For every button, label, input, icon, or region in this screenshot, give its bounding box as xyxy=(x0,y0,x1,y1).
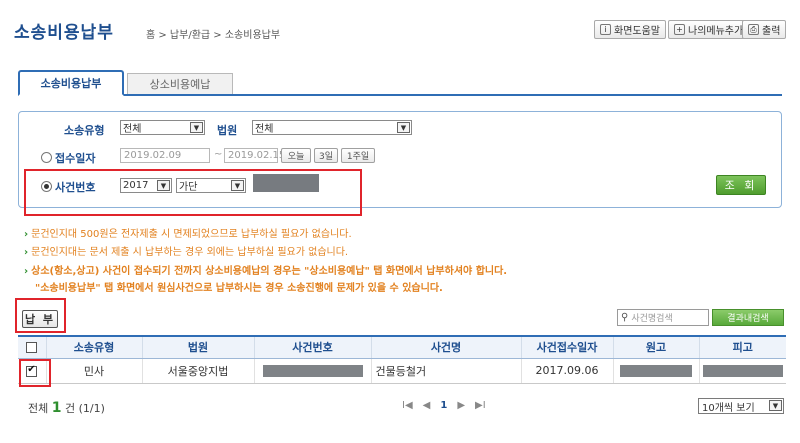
current-page[interactable]: 1 xyxy=(440,400,447,411)
receipt-date-radio[interactable] xyxy=(41,152,52,163)
select-all-checkbox[interactable] xyxy=(26,342,38,354)
select-all-cell xyxy=(18,335,46,359)
tab-divider xyxy=(18,94,782,96)
column-header: 소송유형 xyxy=(45,335,142,359)
page-title: 소송비용납부 xyxy=(14,23,114,43)
notice-item: › 문건인지대 500원은 전자제출 시 면제되었으므로 납부하실 필요가 없습니… xyxy=(24,229,352,240)
page-size-value: 10개씩 보기 xyxy=(702,402,755,414)
tab-appeal-deposit[interactable]: 상소비용예납 xyxy=(127,73,233,94)
notice-text: 문건인지대 500원은 전자제출 시 면제되었으므로 납부하실 필요가 없습니다… xyxy=(31,229,352,240)
table-header-row: 소송유형 법원 사건번호 사건명 사건접수일자 원고 피고 xyxy=(18,335,786,359)
total-prefix: 전체 xyxy=(28,402,49,415)
row-checkbox-highlight xyxy=(19,359,51,387)
column-header: 피고 xyxy=(698,335,786,359)
case-type-value: 전체 xyxy=(123,124,142,135)
case-type-label: 소송유형 xyxy=(64,124,105,137)
magnifier-icon: ⚲ xyxy=(621,312,629,323)
dropdown-arrow-icon: ▼ xyxy=(397,122,410,133)
add-mymenu-button[interactable]: + 나의메뉴추가 xyxy=(668,20,750,39)
help-button[interactable]: i 화면도움말 xyxy=(594,20,666,39)
defendant-cell xyxy=(698,358,786,384)
plaintiff-cell xyxy=(612,358,699,384)
next-page-icon[interactable]: ▶ xyxy=(457,400,465,411)
case-number-label: 사건번호 xyxy=(55,181,96,194)
masked-defendant xyxy=(702,365,783,377)
one-week-button[interactable]: 1주일 xyxy=(341,148,375,163)
court-value: 전체 xyxy=(255,124,274,135)
result-search-button[interactable]: 결과내검색 xyxy=(712,309,784,326)
notice-text: 문건인지대는 문서 제출 시 납부하는 경우 외에는 납부하실 필요가 없습니다… xyxy=(31,247,349,258)
print-button-label: 출력 xyxy=(762,26,781,37)
table-row[interactable]: 민사 서울중앙지법 건물등철거 2017.09.06 xyxy=(18,358,786,384)
column-header: 법원 xyxy=(141,335,254,359)
pay-button[interactable]: 납 부 xyxy=(22,310,58,328)
breadcrumb: 홈 > 납부/환급 > 소송비용납부 xyxy=(146,30,281,41)
court-label: 법원 xyxy=(217,124,238,137)
column-header: 원고 xyxy=(612,335,699,359)
total-number: 1 xyxy=(51,400,62,416)
mymenu-icon: + xyxy=(674,24,685,35)
print-icon: ⎙ xyxy=(748,24,759,35)
search-button[interactable]: 조 회 xyxy=(716,175,766,195)
notice-item: › 상소(항소,상고) 사건이 접수되기 전까지 상소비용예납의 경우는 "상소비… xyxy=(24,266,508,277)
notice-text: 상소(항소,상고) 사건이 접수되기 전까지 상소비용예납의 경우는 "상소비용… xyxy=(31,266,508,277)
print-button[interactable]: ⎙ 출력 xyxy=(742,20,787,39)
total-count: 전체 1 건 (1/1) xyxy=(28,400,105,416)
case-name-search-input[interactable]: ⚲ 사건명검색 xyxy=(617,309,709,326)
receipt-date-cell: 2017.09.06 xyxy=(520,358,613,384)
case-year-select[interactable]: 2017 ▼ xyxy=(120,178,172,193)
court-select[interactable]: 전체 ▼ xyxy=(252,120,412,135)
case-type-select[interactable]: 전체 ▼ xyxy=(120,120,205,135)
case-name-cell: 건물등철거 xyxy=(370,358,521,384)
column-header: 사건번호 xyxy=(253,335,371,359)
receipt-date-label: 접수일자 xyxy=(55,152,96,165)
notice-item: › 문건인지대는 문서 제출 시 납부하는 경우 외에는 납부하실 필요가 없습니… xyxy=(24,247,349,258)
page-size-select[interactable]: 10개씩 보기 ▼ xyxy=(698,398,784,414)
dropdown-arrow-icon: ▼ xyxy=(769,400,782,411)
date-separator: ~ xyxy=(214,149,223,160)
add-mymenu-label: 나의메뉴추가 xyxy=(688,26,744,37)
pagination: I◀ ◀ 1 ▶ ▶I xyxy=(402,400,486,411)
case-number-cell xyxy=(253,358,371,384)
masked-case-number xyxy=(262,365,363,377)
prev-page-icon[interactable]: ◀ xyxy=(423,400,431,411)
date-to-field[interactable]: 2019.02.15 xyxy=(224,148,285,163)
three-days-button[interactable]: 3일 xyxy=(314,148,338,163)
notice-item: "소송비용납부" 탭 화면에서 원심사건으로 납부하시는 경우 소송진행에 문제… xyxy=(35,283,443,294)
case-type-cell: 민사 xyxy=(45,358,142,384)
court-cell: 서울중앙지법 xyxy=(141,358,254,384)
first-page-icon[interactable]: I◀ xyxy=(402,400,413,411)
today-button[interactable]: 오늘 xyxy=(281,148,311,163)
help-button-label: 화면도움말 xyxy=(614,26,660,37)
case-code-select[interactable]: 가단 ▼ xyxy=(176,178,246,193)
column-header: 사건접수일자 xyxy=(520,335,613,359)
results-table: 소송유형 법원 사건번호 사건명 사건접수일자 원고 피고 민사 서울중앙지법 … xyxy=(18,335,786,384)
case-code-value: 가단 xyxy=(179,182,198,193)
total-suffix: 건 (1/1) xyxy=(65,402,105,415)
masked-plaintiff xyxy=(620,365,692,377)
last-page-icon[interactable]: ▶I xyxy=(475,400,486,411)
search-placeholder: 사건명검색 xyxy=(631,314,673,324)
case-serial-input[interactable] xyxy=(253,174,319,192)
column-header: 사건명 xyxy=(370,335,521,359)
date-from-field[interactable]: 2019.02.09 xyxy=(120,148,210,163)
dropdown-arrow-icon: ▼ xyxy=(231,180,244,191)
dropdown-arrow-icon: ▼ xyxy=(157,180,170,191)
tab-litigation-payment[interactable]: 소송비용납부 xyxy=(18,70,124,96)
case-number-radio[interactable] xyxy=(41,181,52,192)
case-year-value: 2017 xyxy=(123,180,149,191)
dropdown-arrow-icon: ▼ xyxy=(190,122,203,133)
info-icon: i xyxy=(600,24,611,35)
